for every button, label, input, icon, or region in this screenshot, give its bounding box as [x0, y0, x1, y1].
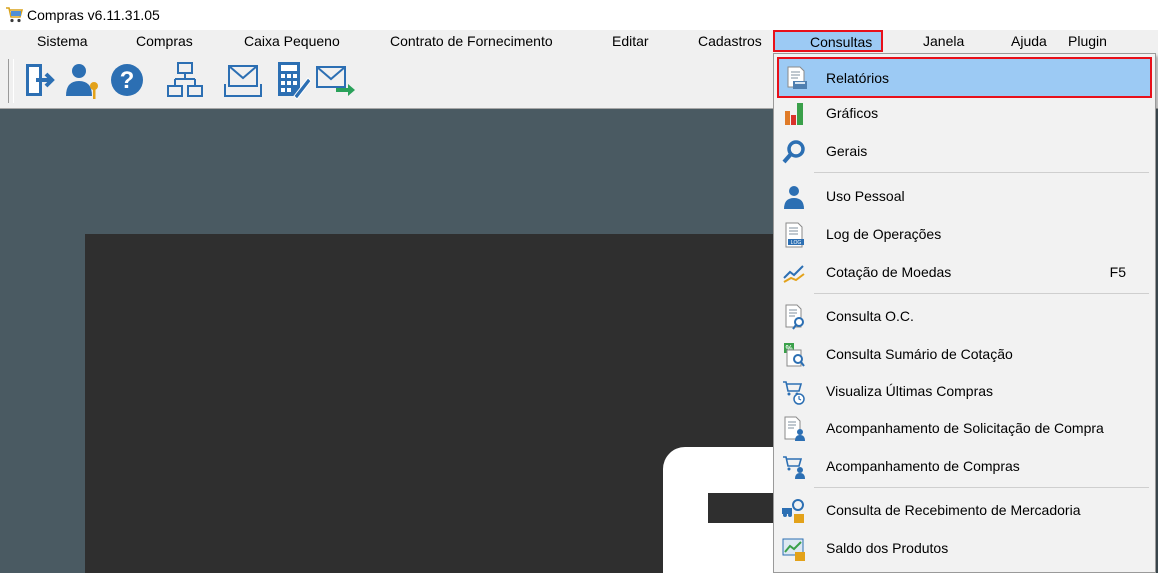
menu-contrato[interactable]: Contrato de Fornecimento [390, 30, 553, 53]
mail-inbox-icon[interactable] [222, 58, 264, 102]
menu-item-cotacao-moedas[interactable]: Cotação de Moedas F5 [777, 255, 1152, 289]
menu-item-label: Log de Operações [826, 226, 942, 242]
org-chart-icon[interactable] [164, 58, 206, 102]
menu-item-acomp-compras[interactable]: Acompanhamento de Compras [777, 449, 1152, 483]
menu-item-saldo-produtos[interactable]: Saldo dos Produtos [777, 531, 1152, 565]
menu-item-relatorios[interactable]: Relatórios [777, 57, 1152, 98]
menu-item-label: Visualiza Últimas Compras [826, 383, 994, 399]
consultas-dropdown: Relatórios Gráficos Gerais Uso Pessoal L… [773, 53, 1156, 573]
menu-item-gerais[interactable]: Gerais [777, 134, 1152, 168]
menu-item-shortcut: F5 [1109, 264, 1126, 280]
menu-bar: Sistema Compras Caixa Pequeno Contrato d… [0, 30, 1158, 54]
menu-item-uso-pessoal[interactable]: Uso Pessoal [777, 179, 1152, 213]
magnifier-icon [782, 140, 805, 164]
menu-item-log-operacoes[interactable]: LOG Log de Operações [777, 217, 1152, 251]
menu-caixa-pequeno[interactable]: Caixa Pequeno [244, 30, 340, 53]
menu-item-label: Consulta O.C. [826, 308, 914, 324]
receipt-goods-icon [782, 499, 804, 523]
logo-shape-cut [708, 493, 775, 523]
help-icon[interactable]: ? [106, 58, 148, 102]
menu-item-label: Consulta de Recebimento de Mercadoria [826, 502, 1081, 518]
log-document-icon: LOG [785, 222, 804, 248]
menu-item-consulta-oc[interactable]: Consulta O.C. [777, 299, 1152, 333]
report-icon [787, 66, 807, 89]
menu-item-recebimento-mercadoria[interactable]: Consulta de Recebimento de Mercadoria [777, 493, 1152, 527]
menu-separator [814, 172, 1149, 173]
svg-text:?: ? [120, 67, 135, 94]
menu-item-label: Gerais [826, 143, 868, 159]
menu-consultas-label: Consultas [810, 34, 873, 50]
menu-janela[interactable]: Janela [923, 30, 964, 53]
menu-item-label: Acompanhamento de Solicitação de Compra [826, 420, 1104, 436]
user-key-icon[interactable] [62, 58, 104, 102]
product-balance-icon [782, 538, 805, 561]
cart-clock-icon [783, 381, 805, 405]
menu-item-sumario-cotacao[interactable]: % Consulta Sumário de Cotação [777, 337, 1152, 371]
menu-item-graficos[interactable]: Gráficos [777, 96, 1152, 130]
menu-separator [814, 293, 1149, 294]
mail-send-icon[interactable] [314, 58, 356, 102]
menu-ajuda[interactable]: Ajuda [1011, 30, 1047, 53]
cart-people-icon [783, 456, 805, 479]
menu-item-acomp-solicitacao[interactable]: Acompanhamento de Solicitação de Compra [777, 411, 1152, 445]
person-icon [784, 186, 804, 209]
menu-item-label: Consulta Sumário de Cotação [826, 346, 1013, 362]
menu-item-label: Cotação de Moedas [826, 264, 952, 280]
menu-cadastros[interactable]: Cadastros [698, 30, 762, 53]
menu-plugin[interactable]: Plugin [1068, 30, 1107, 53]
window-title: Compras v6.11.31.05 [27, 7, 160, 23]
currency-chart-icon [783, 265, 805, 283]
menu-item-ultimas-compras[interactable]: Visualiza Últimas Compras [777, 374, 1152, 408]
menu-separator [814, 487, 1149, 488]
menu-item-label: Acompanhamento de Compras [826, 458, 1020, 474]
calculator-pen-icon[interactable] [270, 58, 312, 102]
menu-item-label: Saldo dos Produtos [826, 540, 949, 556]
menu-item-label: Relatórios [826, 70, 890, 86]
menu-item-label: Gráficos [826, 105, 879, 121]
menu-compras[interactable]: Compras [136, 30, 193, 53]
bar-chart-icon [785, 103, 803, 125]
toolbar-grip[interactable] [8, 59, 14, 103]
menu-editar[interactable]: Editar [612, 30, 649, 53]
menu-item-label: Uso Pessoal [826, 188, 905, 204]
percent-search-icon: % [784, 343, 805, 367]
title-bar: Compras v6.11.31.05 [0, 0, 1158, 30]
document-people-icon [784, 416, 805, 441]
menu-sistema[interactable]: Sistema [37, 30, 88, 53]
exit-icon[interactable] [18, 58, 60, 102]
shopping-cart-icon [6, 7, 23, 23]
menu-consultas-active[interactable]: Consultas [773, 30, 883, 52]
document-search-icon [785, 304, 804, 330]
svg-text:LOG: LOG [791, 240, 802, 246]
